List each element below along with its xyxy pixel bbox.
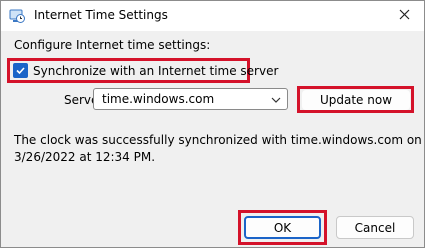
cancel-label: Cancel bbox=[354, 220, 396, 235]
update-now-label: Update now bbox=[319, 93, 393, 107]
server-value: time.windows.com bbox=[102, 92, 215, 106]
title-bar: Internet Time Settings bbox=[1, 1, 424, 31]
chevron-down-icon bbox=[271, 94, 281, 108]
close-button[interactable] bbox=[384, 1, 424, 31]
clock-globe-icon bbox=[9, 8, 25, 24]
sync-checkbox-label: Synchronize with an Internet time server bbox=[33, 63, 279, 78]
sync-checkbox-row[interactable]: Synchronize with an Internet time server bbox=[13, 63, 278, 78]
cancel-button[interactable]: Cancel bbox=[336, 216, 414, 239]
ok-button[interactable]: OK bbox=[244, 216, 321, 239]
section-label: Configure Internet time settings: bbox=[14, 38, 211, 52]
window-title: Internet Time Settings bbox=[34, 8, 168, 22]
dialog-content: Configure Internet time settings: Synchr… bbox=[1, 31, 424, 247]
server-select[interactable]: time.windows.com bbox=[93, 88, 288, 110]
sync-checkbox[interactable] bbox=[13, 63, 28, 78]
update-now-button[interactable]: Update now bbox=[302, 90, 410, 110]
ok-label: OK bbox=[273, 220, 292, 235]
close-icon bbox=[399, 9, 410, 23]
status-text-line1: The clock was successfully synchronized … bbox=[14, 133, 422, 147]
status-text-line2: 3/26/2022 at 12:34 PM. bbox=[14, 150, 156, 164]
checkmark-icon bbox=[16, 67, 25, 75]
internet-time-settings-dialog: Internet Time Settings Configure Interne… bbox=[0, 0, 425, 248]
